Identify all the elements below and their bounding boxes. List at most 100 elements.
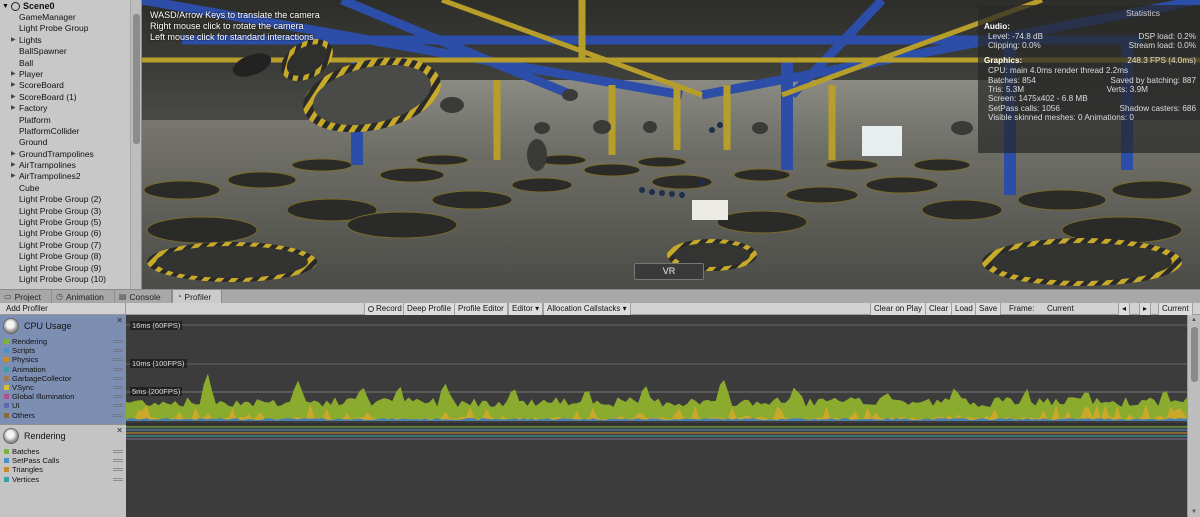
editor-dropdown[interactable]: Editor ▾ — [508, 303, 544, 315]
expand-arrow-icon[interactable]: ▶ — [11, 92, 16, 103]
hierarchy-item-label: Ball — [19, 57, 34, 68]
hierarchy-item-label: Light Probe Group (6) — [19, 228, 102, 239]
drag-handle-icon[interactable] — [113, 459, 123, 463]
expand-arrow-icon[interactable]: ▶ — [11, 35, 16, 46]
screen-stat: Screen: 1475x402 - 6.8 MB — [988, 94, 1088, 104]
legend-item[interactable]: Triangles — [4, 465, 126, 474]
drag-handle-icon[interactable] — [113, 376, 123, 380]
hierarchy-item[interactable]: Platform — [0, 115, 141, 126]
ms-label-5: 5ms (200FPS) — [130, 387, 183, 396]
hierarchy-item[interactable]: Ball — [0, 58, 141, 69]
legend-item[interactable]: Global Illumination — [4, 392, 126, 401]
hierarchy-item[interactable]: ▶ Lights — [0, 35, 141, 46]
hierarchy-item[interactable]: Light Probe Group (7) — [0, 240, 141, 251]
drag-handle-icon[interactable] — [113, 468, 123, 472]
hierarchy-scroll-thumb[interactable] — [133, 14, 140, 144]
save-button[interactable]: Save — [975, 303, 1002, 315]
profile-editor-button[interactable]: Profile Editor — [454, 303, 508, 315]
help-line: Left mouse click for standard interactio… — [150, 32, 314, 42]
hierarchy-item[interactable]: Light Probe Group (9) — [0, 263, 141, 274]
profiler-scrollbar[interactable]: ▲ ▼ — [1187, 315, 1200, 517]
add-profiler-dropdown[interactable]: Add Profiler — [2, 303, 126, 315]
hierarchy-item[interactable]: Light Probe Group (8) — [0, 251, 141, 262]
hierarchy-item[interactable]: Cube — [0, 183, 141, 194]
legend-item[interactable]: Scripts — [4, 346, 126, 355]
drag-handle-icon[interactable] — [113, 395, 123, 399]
legend-item[interactable]: Animation — [4, 365, 126, 374]
hierarchy-item[interactable]: PlatformCollider — [0, 126, 141, 137]
drag-handle-icon[interactable] — [113, 385, 123, 389]
hierarchy-item[interactable]: ▶ Factory — [0, 103, 141, 114]
hierarchy-item[interactable]: BallSpawner — [0, 46, 141, 57]
legend-item[interactable]: SetPass Calls — [4, 456, 126, 465]
legend-item[interactable]: GarbageCollector — [4, 374, 126, 383]
close-icon[interactable]: ✕ — [116, 316, 123, 325]
drag-handle-icon[interactable] — [113, 477, 123, 481]
hierarchy-item[interactable]: Light Probe Group (2) — [0, 194, 141, 205]
expand-arrow-icon[interactable]: ▶ — [11, 160, 16, 171]
profiler-graph-area[interactable]: 16ms (60FPS) 10ms (100FPS) 5ms (200FPS) — [126, 315, 1187, 517]
cpu-usage-module[interactable]: ✕ CPU Usage Rendering Scripts Physics Anima… — [0, 315, 126, 424]
hierarchy-item[interactable]: Ground — [0, 137, 141, 148]
legend-label: Batches — [12, 447, 40, 456]
game-view[interactable]: WASD/Arrow Keys to translate the camera … — [142, 0, 1200, 289]
legend-swatch — [4, 385, 9, 391]
hierarchy-scrollbar[interactable] — [130, 0, 141, 289]
hierarchy-item[interactable]: Light Probe Group — [0, 23, 141, 34]
close-icon[interactable]: ✕ — [116, 426, 123, 435]
expand-arrow-icon[interactable]: ▶ — [11, 69, 16, 80]
expand-arrow-icon[interactable]: ▶ — [11, 103, 16, 114]
drag-handle-icon[interactable] — [113, 413, 123, 417]
legend-item[interactable]: Others — [4, 411, 126, 420]
expand-arrow-icon[interactable]: ▶ — [11, 171, 16, 182]
allocation-callstacks-dropdown[interactable]: Allocation Callstacks ▾ — [543, 303, 631, 315]
prev-frame-button[interactable]: ◂ — [1118, 303, 1131, 315]
hierarchy-item[interactable]: Light Probe Group (5) — [0, 217, 141, 228]
profiler-scroll-thumb[interactable] — [1191, 327, 1198, 382]
hierarchy-item[interactable]: ▶ ScoreBoard (1) — [0, 92, 141, 103]
drag-handle-icon[interactable] — [113, 367, 123, 371]
legend-item[interactable]: UI — [4, 401, 126, 410]
expand-arrow-icon[interactable]: ▶ — [11, 80, 16, 91]
tab-project[interactable]: ▭ Project — [0, 290, 53, 303]
tab-animation[interactable]: ◷ Animation — [52, 290, 115, 303]
scene-header[interactable]: ▼ Scene0 — [0, 0, 141, 12]
record-button[interactable]: Record — [364, 303, 406, 315]
hierarchy-item[interactable]: ▶ AirTrampolines — [0, 160, 141, 171]
drag-handle-icon[interactable] — [113, 450, 123, 453]
deep-profile-button[interactable]: Deep Profile — [403, 303, 456, 315]
clear-button[interactable]: Clear — [925, 303, 953, 315]
hierarchy-item[interactable]: Light Probe Group (6) — [0, 228, 141, 239]
drag-handle-icon[interactable] — [113, 404, 123, 408]
hierarchy-item[interactable]: ▶ ScoreBoard — [0, 80, 141, 91]
next-frame-button[interactable]: ▸ — [1139, 303, 1152, 315]
hierarchy-item[interactable]: ▶ AirTrampolines2 — [0, 171, 141, 182]
hierarchy-item[interactable]: ▶ GroundTrampolines — [0, 149, 141, 160]
load-button[interactable]: Load — [951, 303, 977, 315]
tab-console[interactable]: ▤ Console — [115, 290, 172, 303]
legend-item[interactable]: Vertices — [4, 475, 126, 484]
scroll-down-icon[interactable]: ▼ — [1191, 509, 1197, 515]
rendering-module[interactable]: ✕ Rendering Batches SetPass Calls Triangle… — [0, 424, 126, 517]
legend-item[interactable]: Physics — [4, 355, 126, 364]
tab-profiler[interactable]: ◔ Profiler — [171, 289, 223, 303]
current-frame-button[interactable]: Current — [1158, 303, 1193, 315]
drag-handle-icon[interactable] — [113, 340, 123, 343]
hierarchy-item-label: BallSpawner — [19, 46, 67, 57]
expand-triangle-icon[interactable]: ▼ — [2, 3, 9, 10]
hierarchy-item[interactable]: Light Probe Group (10) — [0, 274, 141, 285]
hierarchy-item[interactable]: Light Probe Group (3) — [0, 206, 141, 217]
legend-swatch — [4, 339, 9, 345]
expand-arrow-icon[interactable]: ▶ — [11, 149, 16, 160]
drag-handle-icon[interactable] — [113, 349, 123, 353]
scroll-up-icon[interactable]: ▲ — [1191, 317, 1197, 323]
legend-item[interactable]: Batches — [4, 447, 126, 456]
hierarchy-item[interactable]: ▶ Player — [0, 69, 141, 80]
legend-item[interactable]: Rendering — [4, 337, 126, 346]
skinned-meshes-stat: Visible skinned meshes: 0 Animations: 0 — [988, 113, 1134, 123]
vr-button[interactable]: VR — [634, 263, 704, 280]
clear-on-play-button[interactable]: Clear on Play — [870, 303, 927, 315]
legend-item[interactable]: VSync — [4, 383, 126, 392]
drag-handle-icon[interactable] — [113, 358, 123, 362]
hierarchy-item[interactable]: GameManager — [0, 12, 141, 23]
